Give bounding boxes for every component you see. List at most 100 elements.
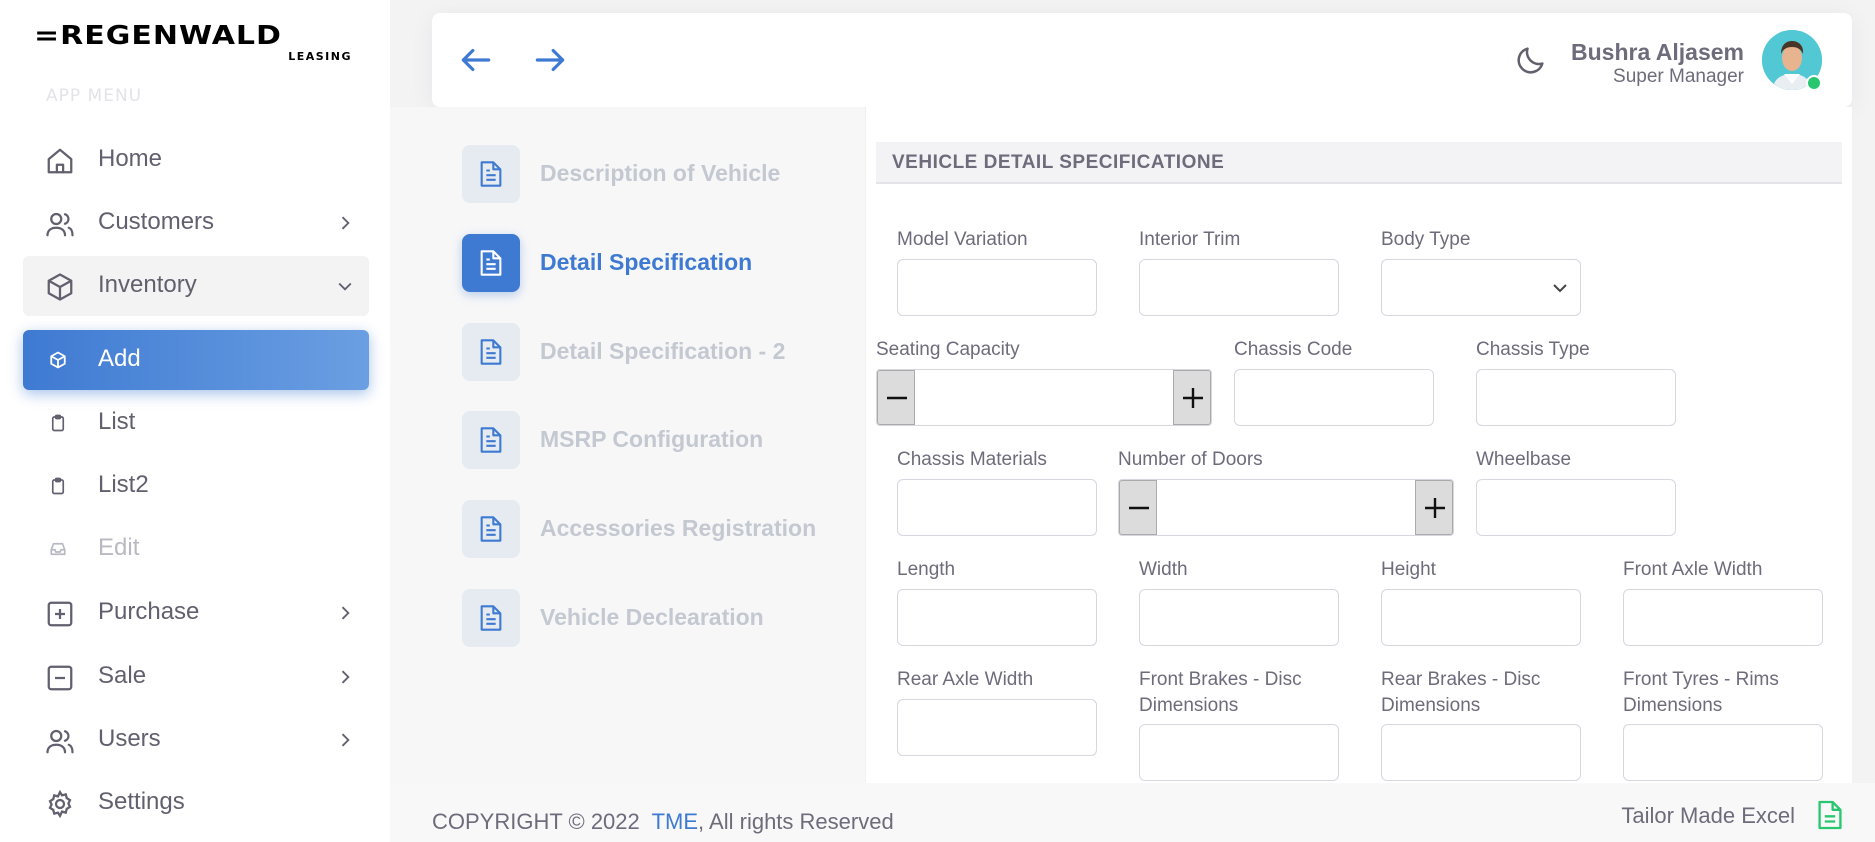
- step-detail-specification-2[interactable]: Detail Specification - 2: [462, 323, 852, 381]
- step-label: Vehicle Declearation: [540, 604, 764, 630]
- step-label: Description of Vehicle: [540, 160, 781, 186]
- increment-button[interactable]: [1173, 370, 1211, 425]
- gear-icon: [48, 789, 72, 819]
- field-label: Height: [1381, 559, 1436, 580]
- step-icon-box: [462, 234, 520, 292]
- step-accessories-registration[interactable]: Accessories Registration: [462, 500, 852, 558]
- field-label: Front Tyres - Rims Dimensions: [1623, 669, 1779, 716]
- field-label: Width: [1139, 559, 1188, 580]
- length-input[interactable]: [897, 589, 1097, 646]
- footer: COPYRIGHT © 2022 TME, All rights Reserve…: [390, 783, 1875, 842]
- document-icon: [480, 161, 502, 187]
- field-label: Front Brakes - Disc Dimensions: [1139, 669, 1302, 716]
- wheelbase-input[interactable]: [1476, 479, 1676, 536]
- sidebar-item-users[interactable]: Users: [23, 710, 369, 770]
- interior-trim-input[interactable]: [1139, 259, 1339, 316]
- step-icon-box: [462, 500, 520, 558]
- minus-square-icon: [47, 665, 73, 691]
- step-vehicle-declearation[interactable]: Vehicle Declearation: [462, 589, 852, 647]
- sidebar-item-label: Users: [98, 725, 161, 752]
- increment-button[interactable]: [1415, 480, 1453, 535]
- copyright-prefix: COPYRIGHT © 2022: [432, 809, 640, 834]
- arrow-right-icon[interactable]: [531, 41, 569, 79]
- sidebar-item-inventory[interactable]: Inventory: [23, 256, 369, 316]
- sidebar-item-label: List: [98, 408, 136, 435]
- sidebar-item-add[interactable]: Add: [23, 330, 369, 390]
- minus-icon: [1129, 506, 1149, 510]
- front-axle-width-input[interactable]: [1623, 589, 1823, 646]
- user-role: Super Manager: [1613, 66, 1744, 87]
- sidebar-item-label: Inventory: [98, 271, 197, 298]
- users-icon: [46, 212, 74, 237]
- user-name[interactable]: Bushra Aljasem: [1571, 39, 1744, 66]
- sidebar-item-purchase[interactable]: Purchase: [23, 583, 369, 643]
- brand-logo[interactable]: =REGENWALD LEASING: [34, 22, 354, 68]
- sidebar-item-edit[interactable]: Edit: [23, 519, 369, 579]
- copyright-link[interactable]: TME: [652, 809, 698, 834]
- front-tyres-input[interactable]: [1623, 724, 1823, 781]
- sidebar-item-customers[interactable]: Customers: [23, 193, 369, 253]
- chevron-down-icon: [338, 282, 352, 291]
- width-input[interactable]: [1139, 589, 1339, 646]
- sidebar-item-list[interactable]: List: [23, 393, 369, 453]
- field-label: Interior Trim: [1139, 229, 1241, 250]
- field-label: Rear Axle Width: [897, 669, 1034, 690]
- step-label: MSRP Configuration: [540, 426, 764, 452]
- body-type-select[interactable]: [1381, 259, 1581, 316]
- inbox-icon: [50, 542, 66, 556]
- field-label: Chassis Materials: [897, 449, 1047, 470]
- chassis-type-input[interactable]: [1476, 369, 1676, 426]
- height-input[interactable]: [1381, 589, 1581, 646]
- spreadsheet-icon: [1818, 800, 1842, 830]
- sidebar-item-label: Add: [98, 345, 141, 372]
- chevron-right-icon: [341, 606, 350, 620]
- step-msrp-configuration[interactable]: MSRP Configuration: [462, 411, 852, 469]
- clipboard-icon: [51, 477, 65, 495]
- step-label: Detail Specification: [540, 249, 753, 275]
- logo-subtext: LEASING: [288, 50, 352, 63]
- decrement-button[interactable]: [877, 370, 915, 425]
- moon-icon[interactable]: [1514, 43, 1548, 77]
- document-icon: [480, 427, 502, 453]
- sidebar-item-label: Edit: [98, 534, 140, 561]
- sidebar-item-settings[interactable]: Settings: [23, 773, 369, 833]
- chevron-right-icon: [341, 216, 350, 230]
- step-detail-specification[interactable]: Detail Specification: [462, 234, 852, 292]
- field-label: Chassis Type: [1476, 339, 1590, 360]
- menu-header: APP MENU: [46, 86, 143, 106]
- sidebar: =REGENWALD LEASING APP MENU Home Custome…: [0, 0, 390, 842]
- arrow-left-icon[interactable]: [457, 41, 495, 79]
- sidebar-item-sale[interactable]: Sale: [23, 647, 369, 707]
- number-of-doors-stepper[interactable]: [1118, 479, 1454, 536]
- front-brakes-input[interactable]: [1139, 724, 1339, 781]
- rear-axle-width-input[interactable]: [897, 699, 1097, 756]
- rear-brakes-input[interactable]: [1381, 724, 1581, 781]
- sidebar-item-label: Sale: [98, 662, 147, 689]
- step-description-of-vehicle[interactable]: Description of Vehicle: [462, 145, 852, 203]
- chassis-materials-input[interactable]: [897, 479, 1097, 536]
- home-icon: [47, 148, 73, 174]
- vehicle-detail-form: VEHICLE DETAIL SPECIFICATIONE Model Vari…: [866, 107, 1852, 783]
- plus-icon: [1183, 388, 1203, 408]
- sidebar-item-list2[interactable]: List2: [23, 456, 369, 516]
- sidebar-item-label: Customers: [98, 208, 215, 235]
- top-navbar: Bushra Aljasem Super Manager: [432, 13, 1852, 107]
- field-label: Seating Capacity: [876, 339, 1020, 360]
- chevron-right-icon: [341, 733, 350, 747]
- decrement-button[interactable]: [1119, 480, 1157, 535]
- field-label: Model Variation: [897, 229, 1028, 250]
- step-icon-box: [462, 323, 520, 381]
- model-variation-input[interactable]: [897, 259, 1097, 316]
- chassis-code-input[interactable]: [1234, 369, 1434, 426]
- step-icon-box: [462, 145, 520, 203]
- seating-capacity-stepper[interactable]: [876, 369, 1212, 426]
- online-status-dot: [1806, 75, 1822, 91]
- chevron-down-icon: [1553, 284, 1567, 293]
- document-icon: [480, 516, 502, 542]
- sidebar-item-home[interactable]: Home: [23, 130, 369, 190]
- clipboard-icon: [51, 414, 65, 432]
- document-icon: [480, 605, 502, 631]
- sidebar-item-label: Settings: [98, 788, 185, 815]
- plus-icon: [1425, 498, 1445, 518]
- field-label: Length: [897, 559, 956, 580]
